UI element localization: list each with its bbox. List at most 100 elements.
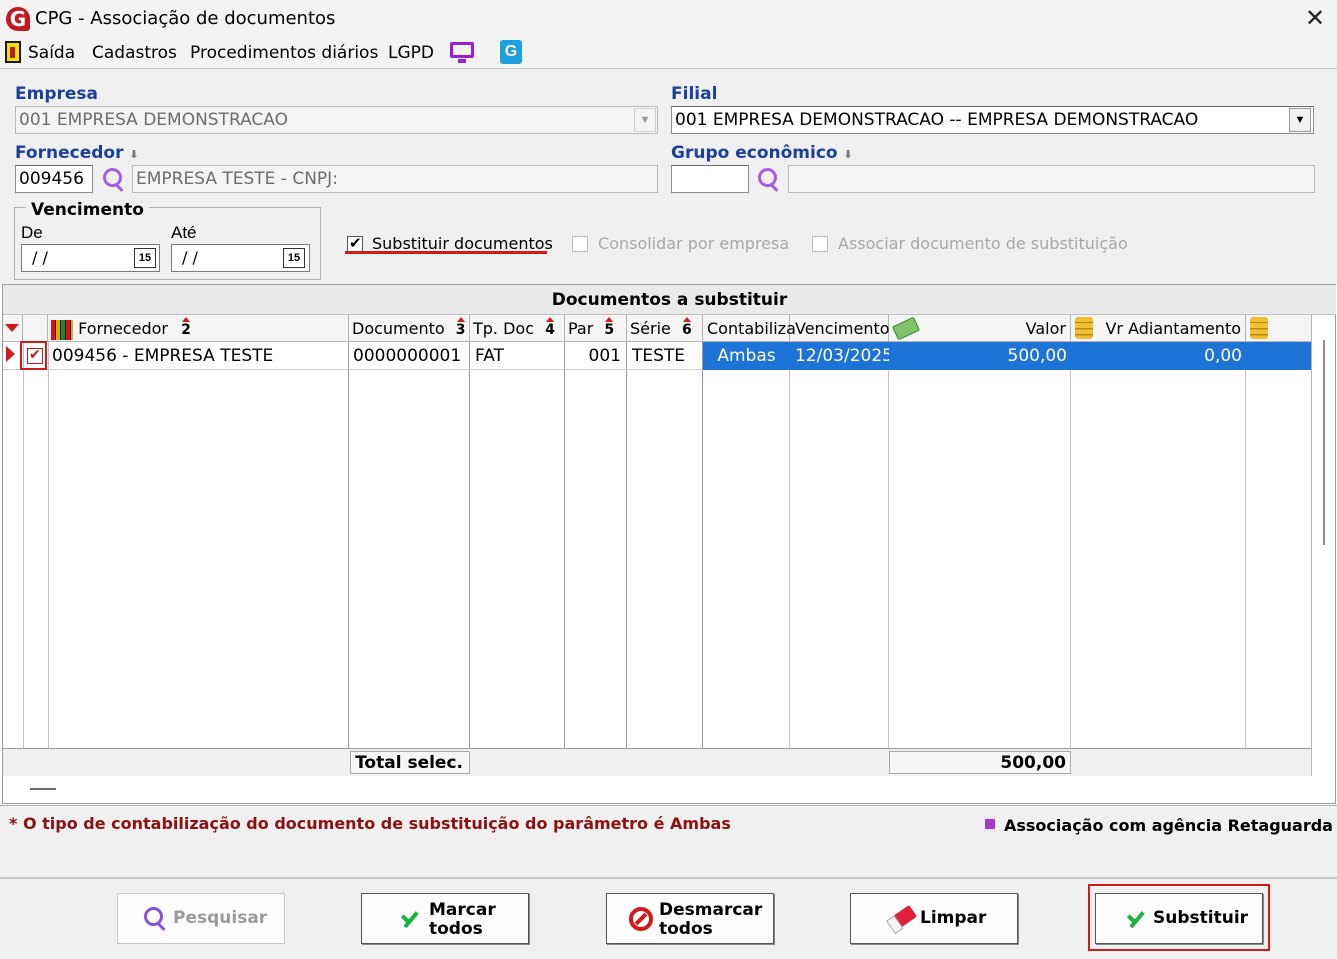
- vencimento-ate-label: Até: [171, 223, 197, 242]
- prohibited-icon: [629, 907, 653, 931]
- header-documento[interactable]: Documento 3: [349, 315, 470, 342]
- monitor-icon[interactable]: [450, 42, 474, 63]
- header-serie[interactable]: Série 6: [627, 315, 703, 342]
- search-icon: [144, 907, 168, 931]
- sort-marker-icon: [5, 324, 19, 332]
- header-tp-doc[interactable]: Tp. Doc 4: [470, 315, 565, 342]
- marcar-todos-button[interactable]: Marcar todos: [361, 893, 529, 944]
- cell-extra: [1246, 342, 1311, 370]
- exit-door-icon[interactable]: [5, 41, 21, 63]
- fornecedor-search-icon[interactable]: [102, 167, 126, 191]
- desmarcar-todos-button[interactable]: Desmarcar todos: [606, 893, 774, 944]
- col-divider: [23, 342, 24, 748]
- contabilizacao-note: * O tipo de contabilização do documento …: [9, 814, 731, 833]
- pesquisar-label: Pesquisar: [173, 908, 268, 928]
- limpar-label: Limpar: [920, 908, 987, 928]
- grid-header: Fornecedor 2 Documento 3 Tp. Doc 4 Par 5…: [3, 315, 1311, 342]
- g-app-icon[interactable]: G: [500, 40, 522, 64]
- table-row[interactable]: 009456 - EMPRESA TESTE 0000000001 FAT 00…: [3, 342, 1311, 370]
- grupo-economico-label: Grupo econômico ⬇: [671, 143, 853, 163]
- menu-cadastros[interactable]: Cadastros: [92, 43, 177, 63]
- header-par[interactable]: Par 5: [565, 315, 627, 342]
- vertical-scrollbar[interactable]: [1321, 320, 1327, 550]
- total-label: Total selec.: [350, 751, 470, 774]
- crayons-icon: [51, 319, 73, 340]
- associar-documento-checkbox: [812, 236, 828, 252]
- sort-order-par: 5: [604, 322, 615, 338]
- annotation-highlight-box: [20, 341, 47, 370]
- sort-order-serie: 6: [681, 322, 692, 338]
- calendar-ate-icon[interactable]: 15: [283, 248, 305, 268]
- vencimento-de-label: De: [21, 223, 43, 242]
- col-divider: [348, 342, 349, 748]
- menu-bar: Saída Cadastros Procedimentos diários LG…: [0, 38, 1337, 68]
- col-divider: [1311, 315, 1312, 776]
- calendar-de-icon[interactable]: 15: [134, 248, 156, 268]
- legend-label: Associação com agência Retaguarda: [1004, 816, 1333, 835]
- cell-valor: 500,00: [889, 342, 1071, 370]
- grupo-economico-search-icon[interactable]: [757, 167, 781, 191]
- cell-serie: TESTE: [632, 346, 686, 366]
- sort-order-documento: 3: [455, 322, 466, 338]
- header-contabiliza[interactable]: Contabiliza: [703, 315, 796, 342]
- header-vr-adiantamento[interactable]: Vr Adiantamento: [1071, 315, 1246, 342]
- header-check: [23, 315, 48, 342]
- header-extra: [1246, 315, 1311, 342]
- window-title: CPG - Associação de documentos: [35, 8, 336, 29]
- coins-icon: [1250, 317, 1268, 339]
- money-icon: [891, 316, 921, 341]
- fornecedor-label: Fornecedor ⬇: [15, 143, 139, 163]
- col-divider: [702, 342, 703, 748]
- horizontal-scrollbar[interactable]: [30, 788, 56, 790]
- sort-down-icon: ⬇: [129, 148, 139, 161]
- close-button[interactable]: ✕: [1297, 3, 1333, 35]
- col-divider: [626, 342, 627, 748]
- menu-procedimentos-diarios[interactable]: Procedimentos diários: [190, 43, 378, 63]
- grupo-economico-description: [788, 165, 1315, 193]
- cell-contabiliza: Ambas: [703, 342, 790, 370]
- cell-fornecedor: 009456 - EMPRESA TESTE: [52, 346, 274, 366]
- legend-color-swatch: [985, 819, 995, 829]
- filial-label: Filial: [671, 84, 718, 104]
- divider: [0, 877, 1337, 879]
- menu-saida[interactable]: Saída: [28, 43, 75, 63]
- empresa-dropdown-button: ▼: [634, 108, 656, 132]
- grid-totals-bar: Total selec. 500,00: [3, 748, 1311, 776]
- grupo-economico-code-input[interactable]: [671, 165, 749, 193]
- filial-combo[interactable]: 001 EMPRESA DEMONSTRACAO -- EMPRESA DEMO…: [671, 106, 1314, 134]
- cell-vencimento: 12/03/2025: [790, 342, 889, 370]
- desmarcar-todos-label: Desmarcar todos: [659, 900, 763, 939]
- header-valor[interactable]: Valor: [889, 315, 1071, 342]
- sort-down-icon: ⬇: [843, 148, 853, 161]
- menu-lgpd[interactable]: LGPD: [388, 43, 434, 63]
- header-fornecedor[interactable]: Fornecedor 2: [48, 315, 349, 342]
- marcar-todos-label: Marcar todos: [429, 900, 496, 939]
- col-divider: [789, 342, 790, 748]
- fornecedor-code-input[interactable]: 009456: [15, 165, 93, 193]
- cell-tp-doc: FAT: [475, 346, 504, 366]
- col-divider: [1245, 342, 1246, 748]
- col-divider: [48, 342, 49, 748]
- cell-documento: 0000000001: [353, 346, 462, 366]
- pesquisar-button[interactable]: Pesquisar: [117, 893, 285, 944]
- total-valor: 500,00: [889, 751, 1071, 774]
- limpar-button[interactable]: Limpar: [850, 893, 1018, 944]
- header-vencimento[interactable]: Vencimento: [790, 315, 890, 342]
- coins-icon: [1075, 317, 1093, 339]
- cell-vr-adiantamento: 0,00: [1071, 342, 1246, 370]
- grid-caption: Documentos a substituir: [3, 285, 1336, 315]
- sort-order-fornecedor: 2: [181, 322, 191, 338]
- app-logo-icon: G: [6, 7, 30, 31]
- empresa-combo: 001 EMPRESA DEMONSTRACAO: [15, 106, 658, 134]
- consolidar-empresa-label: Consolidar por empresa: [598, 234, 790, 253]
- title-bar: G CPG - Associação de documentos ✕: [0, 0, 1337, 38]
- filial-dropdown-button[interactable]: ▼: [1289, 108, 1311, 132]
- col-divider: [469, 342, 470, 748]
- annotation-highlight-box: [1088, 884, 1270, 951]
- fornecedor-description: EMPRESA TESTE - CNPJ:: [132, 165, 658, 193]
- associar-documento-label: Associar documento de substituição: [838, 234, 1128, 253]
- substituir-documentos-checkbox[interactable]: [347, 234, 363, 252]
- eraser-icon: [890, 904, 918, 930]
- col-divider: [564, 342, 565, 748]
- check-icon: [400, 908, 422, 930]
